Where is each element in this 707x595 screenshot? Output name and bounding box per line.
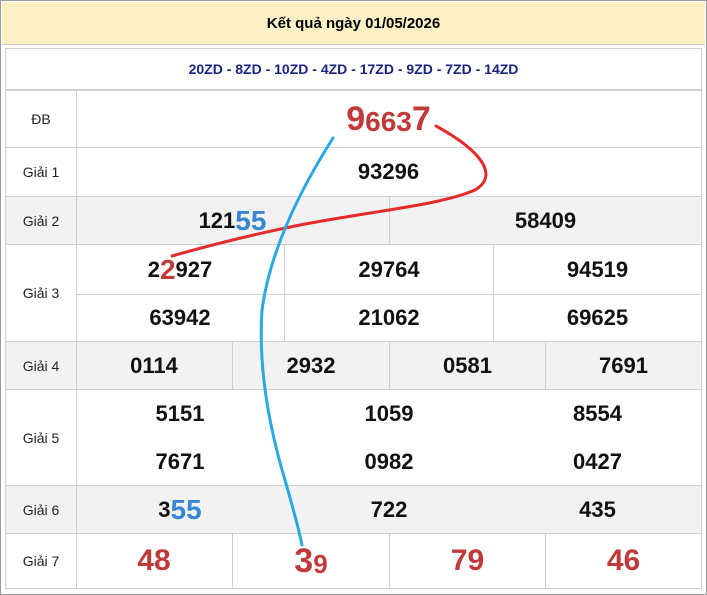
- g2-value-2: 58409: [514, 207, 577, 233]
- code-list: 20ZD - 8ZD - 10ZD - 4ZD - 17ZD - 9ZD - 7…: [5, 48, 702, 90]
- g5-value-3: 8554: [573, 401, 622, 426]
- g3-value-1: 2 2 927: [76, 245, 284, 294]
- label-g7: Giải 7: [6, 534, 77, 588]
- g3-value-6: 69625: [566, 304, 629, 330]
- g3-value-5: 21062: [358, 304, 420, 330]
- db-number: 9 663 7: [76, 91, 701, 147]
- db-first-digit: 9: [346, 99, 366, 138]
- g3-value-1-c: 927: [175, 256, 213, 282]
- row-g6: Giải 6 3 55 722 435: [5, 486, 702, 534]
- g5-value-1: 5151: [155, 401, 205, 426]
- g3-value-1-a: 2: [147, 256, 160, 282]
- g4-value-3: 0581: [443, 352, 492, 378]
- g7-value-2-a: 3: [294, 541, 314, 580]
- g3-value-4: 63942: [149, 304, 211, 330]
- g3-value-2: 29764: [358, 256, 420, 282]
- g3-value-3: 94519: [566, 256, 629, 282]
- g2-value-1: 121 55: [76, 197, 389, 244]
- g2-value-1-tail: 55: [235, 204, 267, 236]
- g6-value-3: 435: [579, 496, 616, 522]
- label-g1: Giải 1: [6, 148, 77, 196]
- row-g4: Giải 4 0114 2932 0581 7691: [5, 342, 702, 390]
- g7-value-2: 39: [233, 534, 389, 588]
- page-title: Kết quả ngày 01/05/2026: [2, 2, 705, 45]
- g4-value-1: 0114: [130, 352, 178, 378]
- g7-value-3: 79: [450, 544, 485, 577]
- label-g6: Giải 6: [6, 486, 77, 533]
- g7-value-4: 46: [606, 544, 641, 577]
- row-g7: Giải 7 48 39 79 46: [5, 534, 702, 589]
- g5-value-5: 0982: [364, 448, 414, 474]
- row-g3: Giải 3 2 2 927 29764 94519 63942 21062 696…: [5, 245, 702, 342]
- g4-value-4: 7691: [599, 352, 648, 378]
- g3-value-1-b: 2: [159, 253, 176, 285]
- label-g3: Giải 3: [6, 245, 77, 341]
- db-last-digit: 7: [411, 99, 431, 138]
- label-g5: Giải 5: [6, 390, 77, 485]
- g6-value-2: 722: [370, 496, 408, 522]
- g5-value-2: 1059: [364, 401, 414, 426]
- g7-value-2-b: 9: [313, 548, 328, 579]
- label-db: ĐB: [6, 91, 77, 147]
- label-g4: Giải 4: [6, 342, 77, 389]
- g5-value-6: 0427: [573, 448, 622, 474]
- g6-value-1-head: 3: [158, 496, 171, 522]
- row-db: ĐB 9 663 7: [5, 90, 702, 148]
- g5-value-4: 7671: [155, 448, 205, 474]
- g6-value-1: 3 55: [76, 486, 284, 533]
- row-g5: Giải 5 5151 1059 8554 7671 0982 0427: [5, 390, 702, 486]
- g7-value-1: 48: [137, 544, 171, 577]
- g4-value-2: 2932: [286, 352, 336, 378]
- row-g2: Giải 2 121 55 58409: [5, 197, 702, 245]
- label-g2: Giải 2: [6, 197, 77, 244]
- g2-value-1-head: 121: [198, 207, 236, 233]
- g1-value: 93296: [357, 159, 420, 184]
- db-middle-digits: 663: [365, 106, 412, 137]
- g6-value-1-tail: 55: [170, 493, 202, 525]
- row-g1: Giải 1 93296: [5, 148, 702, 197]
